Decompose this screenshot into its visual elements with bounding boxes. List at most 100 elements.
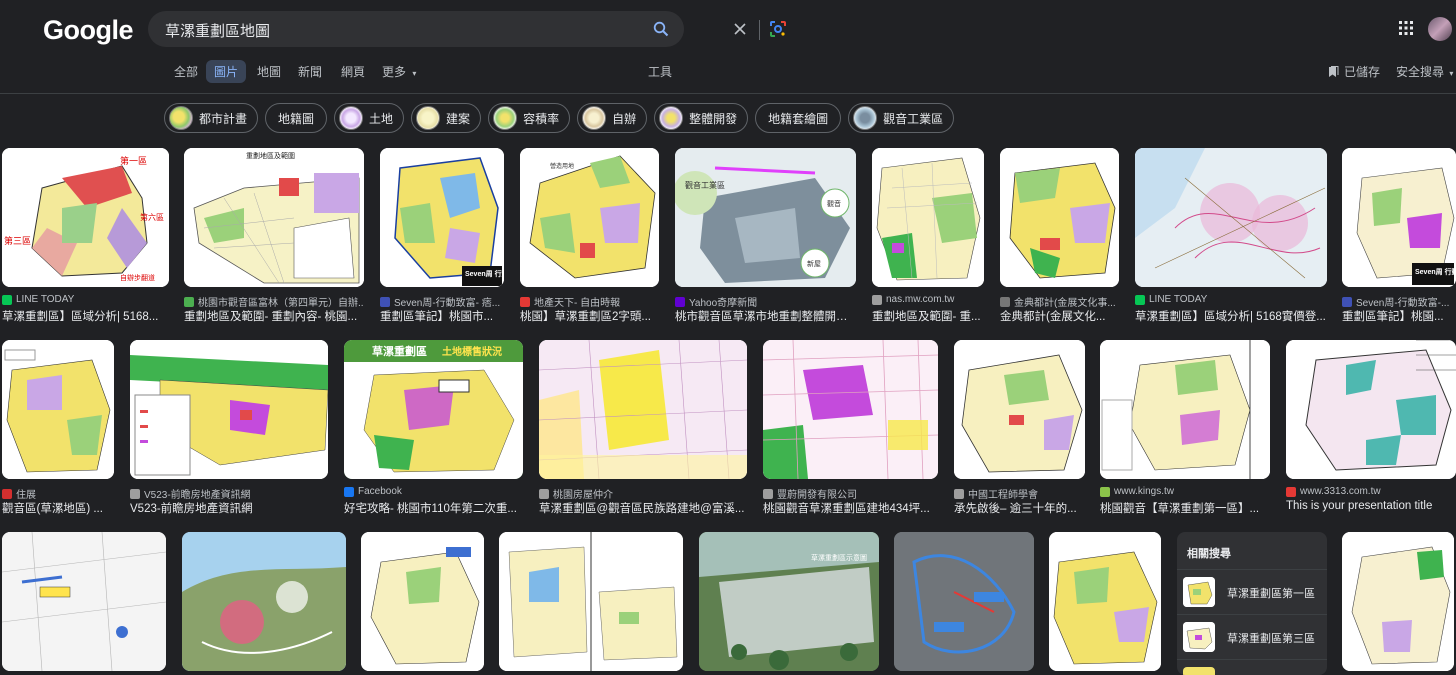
- result-title[interactable]: 重劃區筆記】桃園市...: [380, 308, 504, 324]
- result-title[interactable]: 草漯重劃區】區域分析| 5168實價登...: [1135, 308, 1327, 324]
- result-image[interactable]: Seven周 行動致富: [1342, 148, 1456, 287]
- result-title[interactable]: 好宅攻略- 桃園市110年第二次重...: [344, 500, 523, 516]
- result-image[interactable]: 觀音工業區 觀音 新屋: [675, 148, 856, 287]
- result-source[interactable]: www.kings.tw: [1100, 486, 1270, 497]
- image-result[interactable]: 第一區 第六區 第三區 自辦步翻道 LINE TODAY 草漯重劃區】區域分析|…: [2, 148, 169, 323]
- chip-self-organized[interactable]: 自辦: [577, 103, 648, 133]
- result-source[interactable]: 豐蔚開發有限公司: [763, 486, 938, 501]
- result-title[interactable]: 桃園觀音【草漯重劃第一區】...: [1100, 500, 1270, 516]
- tools-button[interactable]: 工具: [648, 63, 672, 80]
- result-source[interactable]: Seven周-行動致富-...: [1342, 294, 1456, 309]
- result-source[interactable]: V523-前瞻房地產資訊網: [130, 486, 328, 501]
- related-search-item[interactable]: 草漯重劃區第一區: [1177, 569, 1327, 613]
- image-result[interactable]: 住展 觀音區(草漯地區) ...: [2, 340, 114, 516]
- chip-land[interactable]: 土地: [334, 103, 405, 133]
- result-title[interactable]: V523-前瞻房地產資訊網: [130, 500, 328, 516]
- chip-build-project[interactable]: 建案: [411, 103, 482, 133]
- image-result[interactable]: 金典都計(金展文化事... 金典都計(金展文化...: [1000, 148, 1119, 323]
- result-source[interactable]: Facebook: [344, 486, 523, 497]
- result-image[interactable]: [954, 340, 1085, 479]
- result-image[interactable]: 草漯重劃區示意圖: [699, 532, 879, 671]
- result-title[interactable]: 桃市觀音區草漯市地重劃整體開發...: [675, 308, 856, 324]
- result-source[interactable]: nas.mw.com.tw: [872, 294, 984, 305]
- search-icon[interactable]: [651, 19, 671, 39]
- result-image[interactable]: [872, 148, 984, 287]
- result-source[interactable]: Seven周-行動致富- 痞...: [380, 294, 504, 309]
- search-input[interactable]: 草漯重劃區地圖: [165, 20, 270, 41]
- apps-grid-icon[interactable]: [1398, 20, 1414, 36]
- image-result[interactable]: 草漯重劃區 土地標售狀況 Facebook 好宅攻略- 桃園市110年第二次重.…: [344, 340, 523, 516]
- image-result[interactable]: [894, 532, 1034, 675]
- result-image[interactable]: [361, 532, 484, 671]
- google-logo[interactable]: Google: [43, 15, 134, 46]
- saved-button[interactable]: 已儲存: [1328, 63, 1380, 80]
- result-source[interactable]: LINE TODAY: [1135, 294, 1327, 305]
- result-image[interactable]: [1049, 532, 1161, 671]
- result-image[interactable]: [130, 340, 328, 479]
- image-result[interactable]: LINE TODAY 草漯重劃區】區域分析| 5168實價登...: [1135, 148, 1327, 323]
- result-source[interactable]: www.3313.com.tw: [1286, 486, 1456, 497]
- result-source[interactable]: Yahoo奇摩新聞: [675, 294, 856, 309]
- result-title[interactable]: 桃園觀音草漯重劃區建地434坪...: [763, 500, 938, 516]
- chip-cadastral-overlay[interactable]: 地籍套繪圖: [755, 103, 842, 133]
- result-image[interactable]: 第一區 第六區 第三區 自辦步翻道: [2, 148, 169, 287]
- image-result[interactable]: [499, 532, 683, 675]
- image-result[interactable]: [2, 532, 166, 675]
- image-result[interactable]: Seven周 行動致富 Seven周-行動致富-... 重劃區筆記】桃園...: [1342, 148, 1456, 323]
- result-image[interactable]: [2, 532, 166, 671]
- result-image[interactable]: [182, 532, 346, 671]
- image-result[interactable]: 桃園房屋仲介 草漯重劃區@觀音區民族路建地@富溪...: [539, 340, 747, 516]
- chip-integrated-development[interactable]: 整體開發: [654, 103, 749, 133]
- result-image[interactable]: 草漯重劃區 土地標售狀況: [344, 340, 523, 479]
- safe-search-button[interactable]: 安全搜尋 ▾: [1396, 63, 1453, 80]
- image-result[interactable]: [1342, 532, 1454, 675]
- clear-icon[interactable]: [730, 19, 750, 39]
- result-title[interactable]: 金典都計(金展文化...: [1000, 308, 1119, 324]
- tab-news[interactable]: 新聞: [290, 60, 330, 83]
- result-image[interactable]: [499, 532, 683, 671]
- chip-urban-plan[interactable]: 都市計畫: [164, 103, 259, 133]
- result-image[interactable]: 營造用地: [520, 148, 659, 287]
- result-source[interactable]: LINE TODAY: [2, 294, 169, 305]
- result-source[interactable]: 金典都計(金展文化事...: [1000, 294, 1119, 309]
- result-image[interactable]: Seven周 行動致富: [380, 148, 504, 287]
- image-result[interactable]: 草漯重劃區示意圖: [699, 532, 879, 675]
- result-image[interactable]: [1100, 340, 1270, 479]
- image-result[interactable]: 觀音工業區 觀音 新屋 Yahoo奇摩新聞 桃市觀音區草漯市地重劃整體開發...: [675, 148, 856, 323]
- result-title[interactable]: 重劃區筆記】桃園...: [1342, 308, 1456, 324]
- result-image[interactable]: [1286, 340, 1456, 479]
- tab-more[interactable]: 更多 ▾: [374, 60, 424, 83]
- result-title[interactable]: 草漯重劃區】區域分析| 5168...: [2, 308, 169, 324]
- result-source[interactable]: 桃園房屋仲介: [539, 486, 747, 501]
- tab-all[interactable]: 全部: [166, 60, 206, 83]
- image-result[interactable]: [182, 532, 346, 675]
- result-image[interactable]: [763, 340, 938, 479]
- result-image[interactable]: [1000, 148, 1119, 287]
- search-box[interactable]: 草漯重劃區地圖: [148, 11, 786, 47]
- chip-guanyin-industrial[interactable]: 觀音工業區: [848, 103, 955, 133]
- result-title[interactable]: 觀音區(草漯地區) ...: [2, 500, 114, 516]
- lens-icon[interactable]: [768, 19, 788, 39]
- chip-floor-area-ratio[interactable]: 容積率: [488, 103, 571, 133]
- image-result[interactable]: Seven周 行動致富 Seven周-行動致富- 痞... 重劃區筆記】桃園市.…: [380, 148, 504, 323]
- image-result[interactable]: 豐蔚開發有限公司 桃園觀音草漯重劃區建地434坪...: [763, 340, 938, 516]
- image-result[interactable]: 營造用地 地產天下- 自由時報 桃園】草漯重劃區2字頭...: [520, 148, 659, 323]
- image-result[interactable]: 中國工程師學會 承先啟後– 逾三十年的...: [954, 340, 1085, 516]
- result-image[interactable]: [539, 340, 747, 479]
- image-result[interactable]: nas.mw.com.tw 重劃地區及範圍- 重...: [872, 148, 984, 323]
- image-result[interactable]: [1049, 532, 1161, 675]
- image-result[interactable]: V523-前瞻房地產資訊網 V523-前瞻房地產資訊網: [130, 340, 328, 516]
- image-result[interactable]: 重劃地區及範圍 桃園市觀音區富林（第四單元）自辦... 重劃地區及範圍- 重劃內…: [184, 148, 364, 323]
- image-result[interactable]: www.kings.tw 桃園觀音【草漯重劃第一區】...: [1100, 340, 1270, 516]
- related-search-item[interactable]: [1177, 659, 1327, 675]
- tab-web[interactable]: 網頁: [333, 60, 373, 83]
- result-image[interactable]: 重劃地區及範圍: [184, 148, 364, 287]
- image-result[interactable]: [361, 532, 484, 675]
- result-source[interactable]: 住展: [2, 486, 114, 501]
- avatar[interactable]: [1428, 17, 1452, 41]
- result-title[interactable]: 承先啟後– 逾三十年的...: [954, 500, 1085, 516]
- chip-cadastral-map[interactable]: 地籍圖: [265, 103, 328, 133]
- tab-images[interactable]: 圖片: [206, 60, 247, 83]
- result-title[interactable]: 重劃地區及範圍- 重...: [872, 308, 984, 324]
- result-image[interactable]: [894, 532, 1034, 671]
